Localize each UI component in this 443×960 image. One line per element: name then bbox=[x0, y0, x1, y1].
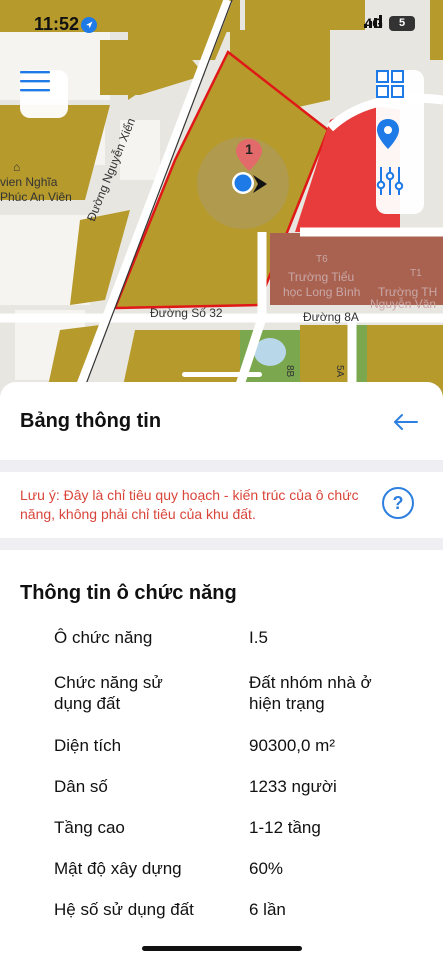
locate-button[interactable] bbox=[376, 118, 424, 166]
battery-icon: 5 bbox=[389, 15, 415, 31]
location-heading-icon bbox=[232, 172, 267, 194]
info-row: Tầng cao 1-12 tầng bbox=[0, 817, 443, 857]
section-title: Thông tin ô chức năng bbox=[20, 582, 237, 604]
info-value: Đất nhóm nhà ở hiện trạng bbox=[249, 673, 372, 713]
map-pin-number: 1 bbox=[245, 141, 253, 157]
info-value: 90300,0 m² bbox=[249, 736, 335, 755]
note-text: Lưu ý: Đây là chỉ tiêu quy hoạch - kiến … bbox=[20, 487, 359, 522]
map-place-label: Phúc An Viên bbox=[0, 190, 72, 204]
map-pin-marker[interactable]: 1 bbox=[234, 138, 264, 174]
menu-button[interactable] bbox=[20, 70, 68, 118]
sheet-header: Bảng thông tin bbox=[0, 382, 443, 460]
info-key: Hệ số sử dụng đất bbox=[54, 900, 194, 919]
info-row: Chức năng sử dụng đất Đất nhóm nhà ở hiệ… bbox=[0, 672, 443, 732]
map-school-code: T1 bbox=[410, 268, 422, 279]
info-key: Ô chức năng bbox=[54, 628, 153, 647]
sliders-icon bbox=[376, 167, 404, 195]
info-key: Diện tích bbox=[54, 736, 122, 755]
map-tools-panel bbox=[376, 70, 424, 214]
help-button[interactable]: ? bbox=[382, 487, 414, 519]
arrow-left-icon bbox=[394, 414, 418, 430]
map-view[interactable]: vien Nghĩa Phúc An Viên ⌂ Đường Nguyễn X… bbox=[0, 0, 443, 400]
info-key: Tầng cao bbox=[54, 818, 125, 837]
info-value: 1-12 tầng bbox=[249, 818, 321, 837]
map-school-label: học Long Bình bbox=[283, 285, 361, 299]
info-row: Hệ số sử dụng đất 6 lần bbox=[0, 899, 443, 939]
back-button[interactable] bbox=[388, 406, 424, 438]
section-divider bbox=[0, 538, 443, 550]
filter-button[interactable] bbox=[376, 166, 424, 214]
layers-button[interactable] bbox=[376, 70, 424, 118]
section-divider bbox=[0, 460, 443, 472]
map-road-label: Đường 8A bbox=[303, 310, 359, 324]
info-key: Dân số bbox=[54, 777, 108, 796]
info-value: 6 lần bbox=[249, 900, 286, 919]
info-value: 60% bbox=[249, 859, 284, 878]
info-sheet: Bảng thông tin Lưu ý: Đây là chỉ tiêu qu… bbox=[0, 372, 443, 960]
location-pin-icon bbox=[377, 119, 399, 149]
info-row: Diện tích 90300,0 m² bbox=[0, 735, 443, 775]
map-school-label: Trường Tiểu bbox=[288, 270, 355, 284]
info-key: Mật độ xây dựng bbox=[54, 859, 182, 878]
status-indicators: 4G 5 bbox=[364, 15, 415, 31]
info-value: I.5 bbox=[249, 628, 268, 647]
sheet-drag-handle[interactable] bbox=[182, 372, 262, 377]
map-road-label: 8B bbox=[284, 365, 295, 378]
help-icon: ? bbox=[392, 492, 404, 513]
current-location-marker bbox=[231, 171, 271, 197]
note-box: Lưu ý: Đây là chỉ tiêu quy hoạch - kiến … bbox=[0, 472, 443, 538]
status-bar: 11:52 4G 5 bbox=[0, 0, 443, 50]
grid-layers-icon bbox=[376, 70, 404, 98]
map-road-label: 5A bbox=[334, 365, 345, 378]
info-row: Mật độ xây dựng 60% bbox=[0, 858, 443, 898]
signal-icon bbox=[364, 15, 383, 28]
map-school-code: T6 bbox=[316, 254, 328, 265]
info-value: 1233 người bbox=[249, 777, 337, 796]
info-row: Dân số 1233 người bbox=[0, 776, 443, 816]
sheet-title: Bảng thông tin bbox=[20, 410, 162, 432]
map-school-label: Nguyễn Văn bbox=[370, 297, 437, 311]
status-time: 11:52 bbox=[34, 14, 80, 34]
map-road-label: Đường Số 32 bbox=[150, 306, 223, 320]
hamburger-menu-icon bbox=[20, 71, 50, 92]
location-arrow-icon bbox=[81, 17, 97, 33]
info-row: Ô chức năng I.5 bbox=[0, 627, 443, 667]
info-key: Chức năng sử dụng đất bbox=[54, 673, 163, 713]
home-indicator[interactable] bbox=[142, 946, 302, 951]
map-place-label: vien Nghĩa bbox=[0, 175, 58, 189]
map-poi-icon: ⌂ bbox=[13, 160, 21, 174]
